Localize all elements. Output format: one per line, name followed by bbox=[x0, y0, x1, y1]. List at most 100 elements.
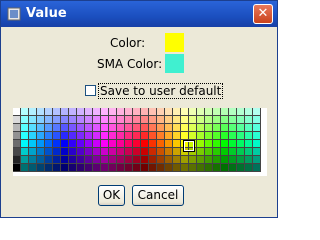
palette-color-cell[interactable] bbox=[117, 108, 125, 116]
palette-color-cell[interactable] bbox=[37, 108, 45, 116]
palette-color-cell[interactable] bbox=[21, 132, 29, 140]
palette-color-cell[interactable] bbox=[117, 140, 125, 148]
palette-color-cell[interactable] bbox=[21, 148, 29, 156]
palette-color-cell[interactable] bbox=[133, 132, 141, 140]
palette-color-cell[interactable] bbox=[61, 116, 69, 124]
palette-color-cell[interactable] bbox=[189, 164, 197, 172]
palette-color-cell[interactable] bbox=[109, 108, 117, 116]
palette-color-cell[interactable] bbox=[165, 164, 173, 172]
palette-color-cell[interactable] bbox=[149, 108, 157, 116]
palette-color-cell[interactable] bbox=[93, 116, 101, 124]
palette-color-cell[interactable] bbox=[133, 116, 141, 124]
palette-color-cell[interactable] bbox=[21, 140, 29, 148]
palette-color-cell[interactable] bbox=[181, 124, 189, 132]
palette-color-cell[interactable] bbox=[141, 140, 149, 148]
palette-color-cell[interactable] bbox=[117, 132, 125, 140]
palette-color-cell[interactable] bbox=[13, 132, 21, 140]
palette-color-cell[interactable] bbox=[77, 140, 85, 148]
palette-color-cell[interactable] bbox=[117, 116, 125, 124]
palette-color-cell[interactable] bbox=[13, 116, 21, 124]
palette-color-cell[interactable] bbox=[77, 108, 85, 116]
palette-color-cell[interactable] bbox=[197, 124, 205, 132]
palette-color-cell[interactable] bbox=[101, 124, 109, 132]
palette-color-cell[interactable] bbox=[45, 164, 53, 172]
palette-color-cell[interactable] bbox=[69, 132, 77, 140]
palette-color-cell[interactable] bbox=[181, 116, 189, 124]
palette-color-cell[interactable] bbox=[253, 140, 261, 148]
palette-color-cell[interactable] bbox=[37, 156, 45, 164]
palette-color-cell[interactable] bbox=[181, 164, 189, 172]
palette-color-cell[interactable] bbox=[117, 164, 125, 172]
palette-color-cell[interactable] bbox=[221, 124, 229, 132]
palette-color-cell[interactable] bbox=[53, 108, 61, 116]
palette-color-cell[interactable] bbox=[77, 116, 85, 124]
palette-color-cell[interactable] bbox=[93, 132, 101, 140]
palette-color-cell[interactable] bbox=[61, 164, 69, 172]
palette-color-cell[interactable] bbox=[141, 156, 149, 164]
palette-color-cell[interactable] bbox=[197, 132, 205, 140]
palette-color-cell[interactable] bbox=[93, 108, 101, 116]
palette-color-cell[interactable] bbox=[53, 140, 61, 148]
palette-color-cell[interactable] bbox=[37, 164, 45, 172]
palette-color-cell[interactable] bbox=[93, 156, 101, 164]
ok-button[interactable]: OK bbox=[98, 185, 125, 206]
color-swatch[interactable] bbox=[165, 33, 184, 52]
palette-color-cell[interactable] bbox=[37, 148, 45, 156]
palette-color-cell[interactable] bbox=[61, 132, 69, 140]
palette-color-cell[interactable] bbox=[93, 148, 101, 156]
palette-color-cell[interactable] bbox=[157, 116, 165, 124]
palette-color-cell[interactable] bbox=[165, 116, 173, 124]
palette-color-cell[interactable] bbox=[61, 140, 69, 148]
palette-color-cell[interactable] bbox=[69, 140, 77, 148]
palette-color-cell[interactable] bbox=[37, 132, 45, 140]
palette-color-cell[interactable] bbox=[61, 148, 69, 156]
palette-color-cell[interactable] bbox=[229, 164, 237, 172]
palette-color-cell[interactable] bbox=[157, 124, 165, 132]
palette-color-cell[interactable] bbox=[13, 156, 21, 164]
palette-color-cell[interactable] bbox=[173, 132, 181, 140]
palette-color-cell[interactable] bbox=[149, 132, 157, 140]
palette-color-cell[interactable] bbox=[77, 132, 85, 140]
palette-color-cell[interactable] bbox=[141, 148, 149, 156]
palette-color-cell[interactable] bbox=[229, 124, 237, 132]
palette-color-cell[interactable] bbox=[77, 124, 85, 132]
palette-color-cell[interactable] bbox=[101, 108, 109, 116]
palette-color-cell[interactable] bbox=[45, 116, 53, 124]
palette-color-cell[interactable] bbox=[85, 108, 93, 116]
palette-color-cell[interactable] bbox=[125, 124, 133, 132]
palette-color-cell[interactable] bbox=[237, 148, 245, 156]
palette-color-cell[interactable] bbox=[253, 124, 261, 132]
palette-color-cell[interactable] bbox=[149, 124, 157, 132]
sma-color-swatch[interactable] bbox=[165, 54, 184, 73]
palette-color-cell[interactable] bbox=[29, 132, 37, 140]
palette-color-cell[interactable] bbox=[69, 116, 77, 124]
palette-color-cell[interactable] bbox=[189, 132, 197, 140]
palette-color-cell[interactable] bbox=[229, 156, 237, 164]
palette-color-cell[interactable] bbox=[253, 148, 261, 156]
palette-color-cell[interactable] bbox=[181, 156, 189, 164]
palette-color-cell[interactable] bbox=[165, 156, 173, 164]
palette-color-cell[interactable] bbox=[205, 124, 213, 132]
palette-color-cell[interactable] bbox=[109, 124, 117, 132]
palette-color-cell[interactable] bbox=[133, 140, 141, 148]
palette-color-cell[interactable] bbox=[149, 140, 157, 148]
palette-color-cell[interactable] bbox=[205, 164, 213, 172]
palette-color-cell[interactable] bbox=[133, 156, 141, 164]
palette-color-cell[interactable] bbox=[13, 164, 21, 172]
palette-color-cell[interactable] bbox=[197, 164, 205, 172]
palette-color-cell[interactable] bbox=[237, 156, 245, 164]
palette-color-cell[interactable] bbox=[141, 116, 149, 124]
palette-color-cell[interactable] bbox=[13, 140, 21, 148]
palette-color-cell[interactable] bbox=[141, 124, 149, 132]
palette-color-cell[interactable] bbox=[181, 132, 189, 140]
palette-color-cell[interactable] bbox=[21, 124, 29, 132]
palette-color-cell[interactable] bbox=[85, 116, 93, 124]
palette-color-cell[interactable] bbox=[245, 156, 253, 164]
palette-color-cell[interactable] bbox=[221, 116, 229, 124]
palette-color-cell[interactable] bbox=[213, 124, 221, 132]
palette-color-cell[interactable] bbox=[77, 156, 85, 164]
palette-color-cell[interactable] bbox=[221, 164, 229, 172]
palette-color-cell[interactable] bbox=[37, 124, 45, 132]
palette-color-cell[interactable] bbox=[125, 164, 133, 172]
palette-color-cell[interactable] bbox=[213, 164, 221, 172]
